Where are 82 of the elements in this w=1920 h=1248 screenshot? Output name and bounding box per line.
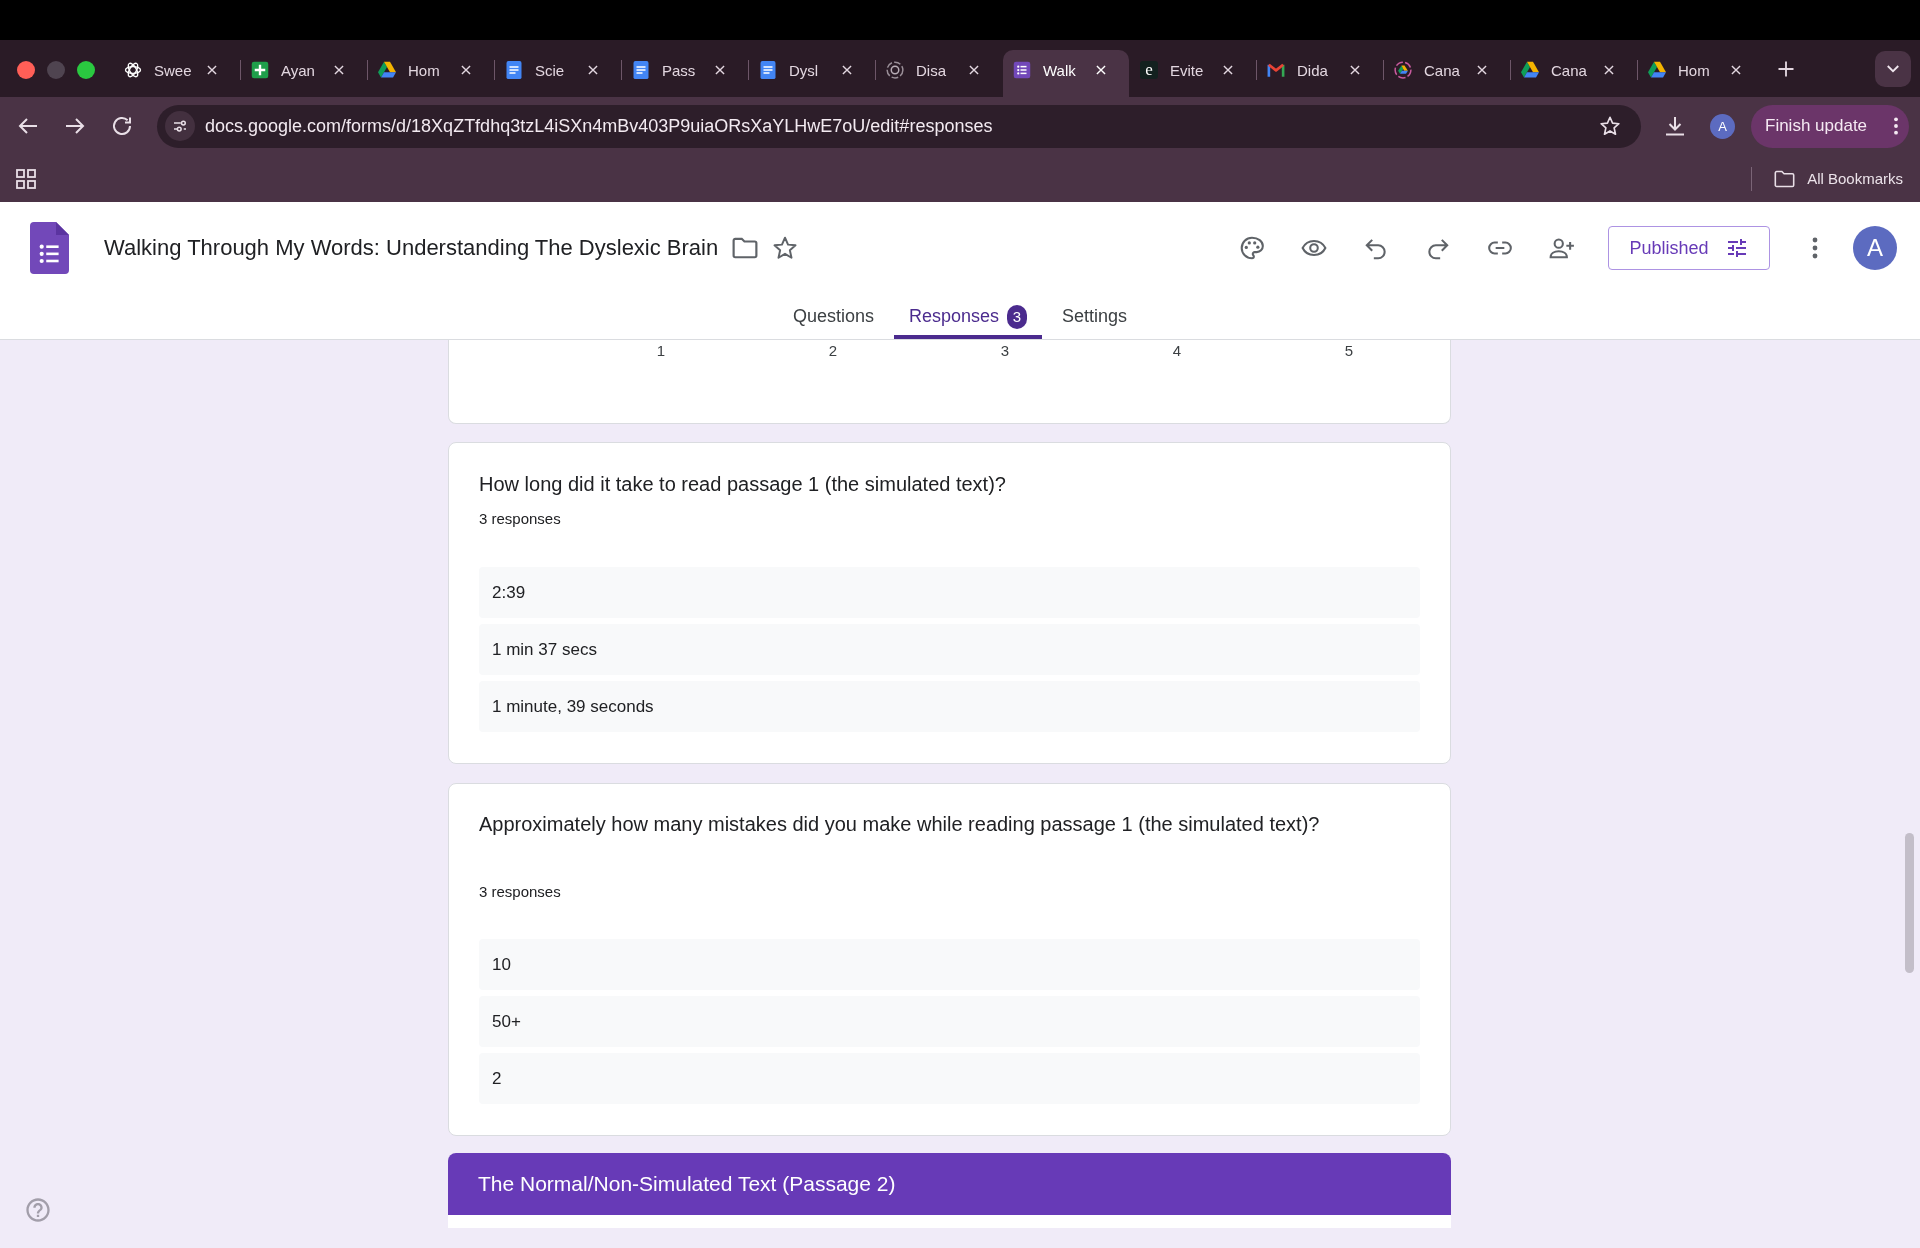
browser-tab[interactable]: Dysl: [749, 50, 875, 97]
document-icon: [505, 61, 523, 79]
account-avatar[interactable]: A: [1853, 226, 1897, 270]
profile-avatar[interactable]: A: [1710, 113, 1735, 139]
triangle-icon: [1521, 61, 1539, 79]
close-icon[interactable]: [1094, 63, 1108, 77]
download-icon[interactable]: [1663, 114, 1687, 138]
close-icon[interactable]: [1729, 63, 1743, 77]
close-icon[interactable]: [713, 63, 727, 77]
published-button[interactable]: Published: [1608, 226, 1770, 270]
response-entry: 2:39: [479, 567, 1420, 618]
site-controls-icon[interactable]: [165, 111, 195, 141]
browser-tab[interactable]: Hom: [1638, 50, 1764, 97]
reload-icon[interactable]: [110, 114, 134, 138]
window-zoom-icon[interactable]: [77, 61, 95, 79]
spreadsheet-icon: [251, 61, 269, 79]
browser-tab[interactable]: Cana: [1384, 50, 1510, 97]
document-icon: [632, 61, 650, 79]
letter-tile-icon: e: [1140, 61, 1158, 79]
browser-tab[interactable]: Swee: [114, 50, 240, 97]
close-icon[interactable]: [1221, 63, 1235, 77]
form-title[interactable]: Walking Through My Words: Understanding The Dyslexic Brain: [104, 235, 719, 261]
star-icon[interactable]: [1599, 115, 1621, 137]
more-icon: [1893, 116, 1899, 136]
close-icon[interactable]: [205, 63, 219, 77]
form-tab[interactable]: Settings: [1047, 294, 1143, 339]
response-entry: 1 minute, 39 seconds: [479, 681, 1420, 732]
bookmarks-folder[interactable]: All Bookmarks: [1774, 169, 1903, 188]
form-tab[interactable]: Questions: [777, 294, 889, 339]
response-entry: 50+: [479, 996, 1420, 1047]
browser-tab[interactable]: Scie: [495, 50, 621, 97]
response-entry: 10: [479, 939, 1420, 990]
response-entry: 2: [479, 1053, 1420, 1104]
count-badge: 3: [1007, 304, 1028, 329]
mail-icon: [1267, 61, 1285, 79]
form-icon: [1013, 61, 1031, 79]
finish-update-button[interactable]: Finish update: [1751, 104, 1909, 148]
scale-label: 5: [1343, 342, 1355, 360]
question-title: How long did it take to read passage 1 (the simulated text)?: [479, 472, 1007, 497]
plus-icon[interactable]: [1776, 59, 1796, 79]
scale-label: 3: [999, 342, 1011, 360]
browser-tab[interactable]: Walk: [1003, 50, 1129, 97]
response-count: 3 responses: [479, 509, 562, 529]
triangle-ring-icon: [1394, 61, 1412, 79]
tab-list-button[interactable]: [1875, 50, 1911, 87]
browser-tab[interactable]: Ayan: [241, 50, 367, 97]
question-title: Approximately how many mistakes did you make while reading passage 1 (the simulated text)?: [479, 812, 1321, 837]
atom-icon: [124, 61, 142, 79]
close-icon[interactable]: [967, 63, 981, 77]
scrollbar-thumb[interactable]: [1905, 833, 1914, 973]
triangle-icon: [1648, 61, 1666, 79]
dashed-ring-icon: [886, 61, 904, 79]
apps-grid-icon[interactable]: [16, 168, 36, 189]
close-icon[interactable]: [332, 63, 346, 77]
star-icon[interactable]: [772, 235, 799, 261]
address-field[interactable]: docs.google.com/forms/d/18XqZTfdhq3tzL4iSXn4mBv403P9uiaORsXaYLHwE7oU/edit#responses: [157, 104, 1641, 148]
list-document-icon[interactable]: [30, 222, 69, 274]
close-icon[interactable]: [1602, 63, 1616, 77]
browser-tab[interactable]: Cana: [1511, 50, 1637, 97]
close-icon[interactable]: [1475, 63, 1489, 77]
more-icon[interactable]: [1812, 236, 1818, 260]
close-icon[interactable]: [840, 63, 854, 77]
close-icon[interactable]: [586, 63, 600, 77]
response-entry: 1 min 37 secs: [479, 624, 1420, 675]
browser-tab[interactable]: Hom: [368, 50, 494, 97]
palette-icon[interactable]: [1239, 235, 1265, 261]
scale-label: 1: [655, 342, 667, 360]
close-icon[interactable]: [1348, 63, 1362, 77]
scale-label: 4: [1171, 342, 1183, 360]
window-close-icon[interactable]: [17, 61, 35, 79]
response-count: 3 responses: [479, 882, 562, 902]
browser-tab[interactable]: e Evite: [1130, 50, 1256, 97]
close-icon[interactable]: [459, 63, 473, 77]
document-icon: [759, 61, 777, 79]
browser-tab[interactable]: Dida: [1257, 50, 1383, 97]
folder-icon[interactable]: [732, 237, 759, 259]
browser-tab[interactable]: Disa: [876, 50, 1002, 97]
browser-tab[interactable]: Pass: [622, 50, 748, 97]
section-header: The Normal/Non-Simulated Text (Passage 2): [448, 1153, 1451, 1215]
scale-label: 2: [827, 342, 839, 360]
folder-icon: [1774, 169, 1796, 188]
triangle-icon: [378, 61, 396, 79]
